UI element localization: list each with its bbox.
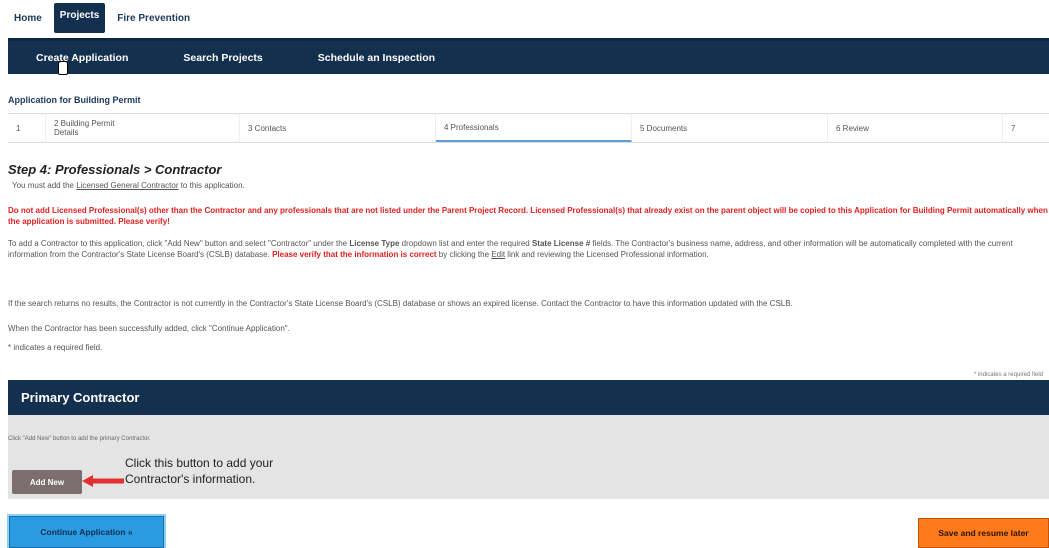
nav-schedule-inspection[interactable]: Schedule an Inspection (318, 52, 435, 64)
top-tabs: Home Projects Fire Prevention (8, 3, 196, 33)
step-subtitle-after: to this application. (178, 181, 245, 190)
instr-verify-note: Please verify that the information is co… (272, 250, 437, 259)
step-heading: Step 4: Professionals > Contractor (8, 162, 222, 177)
instr-text-i: link and reviewing the Licensed Professi… (505, 250, 709, 259)
step-subtitle: You must add the Licensed General Contra… (12, 181, 245, 190)
instr-text-c: dropdown list and enter the required (399, 239, 532, 248)
continue-application-button[interactable]: Continue Application » (9, 516, 164, 548)
step-subtitle-before: You must add the (12, 181, 77, 190)
instr-text-g: by clicking the (436, 250, 492, 259)
step-2[interactable]: 2 Building Permit Details (46, 114, 240, 142)
tab-fire-prevention[interactable]: Fire Prevention (111, 10, 196, 27)
instr-license-type: License Type (349, 239, 400, 248)
instr-text-a: To add a Contractor to this application,… (8, 239, 350, 248)
projects-nav-bar: Create Application Search Projects Sched… (8, 38, 1049, 75)
callout-line-2: Contractor's information. (125, 472, 256, 486)
instr-state-license: State License # (531, 239, 591, 248)
instructions-paragraph: To add a Contractor to this application,… (8, 238, 1043, 260)
nav-create-application[interactable]: Create Application (36, 51, 129, 75)
callout-line-1: Click this button to add your (125, 456, 274, 470)
application-title: Application for Building Permit (8, 95, 141, 105)
warning-message: Do not add Licensed Professional(s) othe… (8, 206, 1048, 226)
no-results-paragraph: If the search returns no results, the Co… (8, 299, 793, 308)
red-arrow-left-icon (82, 475, 124, 487)
step-7[interactable]: 7 (1003, 114, 1049, 142)
add-new-hint: Click "Add New" button to add the primar… (8, 436, 151, 442)
step-progress-bar: 1 2 Building Permit Details 3 Contacts 4… (8, 113, 1049, 143)
edit-link[interactable]: Edit (491, 250, 505, 259)
step-4-current[interactable]: 4 Professionals (436, 114, 632, 142)
add-new-callout: Click this button to add your Contractor… (125, 455, 273, 487)
tab-home[interactable]: Home (8, 10, 48, 27)
required-field-note: * indicates a required field. (8, 343, 103, 352)
required-field-note-right: * indicates a required field (973, 372, 1043, 378)
primary-contractor-header: Primary Contractor (8, 380, 1049, 415)
continue-instruction: When the Contractor has been successfull… (8, 324, 290, 333)
step-3[interactable]: 3 Contacts (240, 114, 436, 142)
nav-create-application-label: Create Application (36, 51, 129, 64)
step-2-label: 2 Building Permit Details (54, 119, 115, 137)
save-and-resume-later-button[interactable]: Save and resume later (918, 518, 1049, 548)
add-new-button[interactable]: Add New (12, 470, 82, 494)
licensed-contractor-link[interactable]: Licensed General Contractor (76, 181, 178, 190)
step-1[interactable]: 1 (8, 114, 46, 142)
tab-projects[interactable]: Projects (53, 3, 106, 33)
nav-search-projects[interactable]: Search Projects (183, 52, 262, 64)
step-5[interactable]: 5 Documents (632, 114, 828, 142)
step-6[interactable]: 6 Review (828, 114, 1003, 142)
